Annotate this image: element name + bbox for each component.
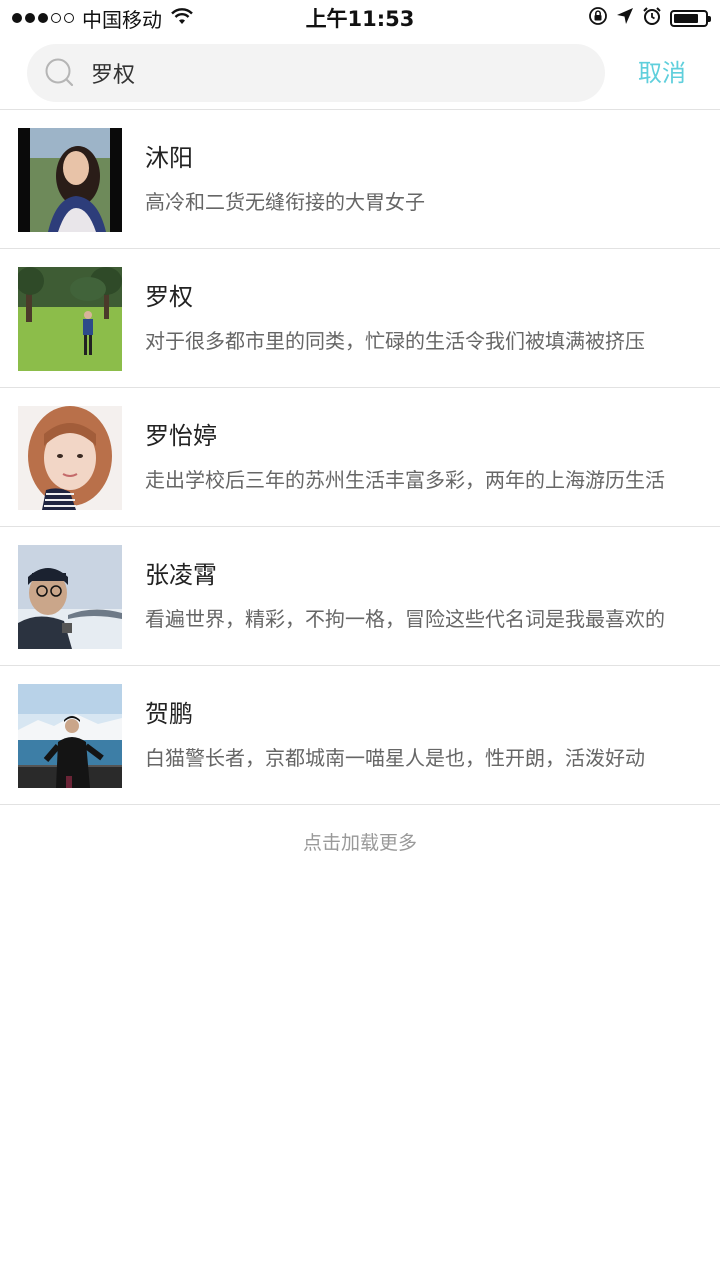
search-box[interactable] xyxy=(27,44,605,102)
orientation-lock-icon xyxy=(588,6,608,31)
avatar[interactable] xyxy=(18,545,122,649)
battery-level xyxy=(674,13,698,23)
search-bar: 取消 xyxy=(0,36,720,110)
carrier-name: 中国移动 xyxy=(82,7,162,32)
alarm-icon xyxy=(642,6,662,31)
result-description: 高冷和二货无缝衔接的大胃女子 xyxy=(145,190,425,214)
result-description: 白猫警长者，京都城南一喵星人是也，性开朗，活泼好动 xyxy=(145,746,645,770)
result-name: 沐阳 xyxy=(145,144,193,172)
wifi-icon xyxy=(170,6,194,30)
list-item[interactable]: 沐阳 高冷和二货无缝衔接的大胃女子 xyxy=(0,110,720,249)
avatar[interactable] xyxy=(18,406,122,510)
result-name: 罗权 xyxy=(145,283,193,311)
search-results-list: 沐阳 高冷和二货无缝衔接的大胃女子 罗权 对于很多都市里的同类，忙碌的生活令我们… xyxy=(0,110,720,881)
cancel-button[interactable]: 取消 xyxy=(622,44,702,102)
avatar[interactable] xyxy=(18,128,122,232)
signal-strength-icon xyxy=(12,13,74,23)
load-more-button[interactable]: 点击加载更多 xyxy=(0,805,720,881)
status-right xyxy=(588,6,711,31)
result-description: 看遍世界，精彩，不拘一格，冒险这些代名词是我最喜欢的 xyxy=(145,607,665,631)
avatar[interactable] xyxy=(18,267,122,371)
result-description: 对于很多都市里的同类，忙碌的生活令我们被填满被挤压 xyxy=(145,329,645,353)
list-item[interactable]: 张凌霄 看遍世界，精彩，不拘一格，冒险这些代名词是我最喜欢的 xyxy=(0,527,720,666)
battery-icon xyxy=(670,9,711,27)
list-item[interactable]: 罗怡婷 走出学校后三年的苏州生活丰富多彩，两年的上海游历生活 xyxy=(0,388,720,527)
result-name: 张凌霄 xyxy=(145,561,217,589)
avatar[interactable] xyxy=(18,684,122,788)
list-item[interactable]: 贺鹏 白猫警长者，京都城南一喵星人是也，性开朗，活泼好动 xyxy=(0,666,720,805)
result-description: 走出学校后三年的苏州生活丰富多彩，两年的上海游历生活 xyxy=(145,468,665,492)
location-arrow-icon xyxy=(616,6,634,30)
search-input[interactable] xyxy=(89,59,573,87)
status-left: 中国移动 xyxy=(12,4,194,33)
status-bar: 中国移动 上午11:53 xyxy=(0,0,720,36)
list-item[interactable]: 罗权 对于很多都市里的同类，忙碌的生活令我们被填满被挤压 xyxy=(0,249,720,388)
result-name: 贺鹏 xyxy=(145,700,193,728)
search-icon xyxy=(45,58,75,88)
result-name: 罗怡婷 xyxy=(145,422,217,450)
